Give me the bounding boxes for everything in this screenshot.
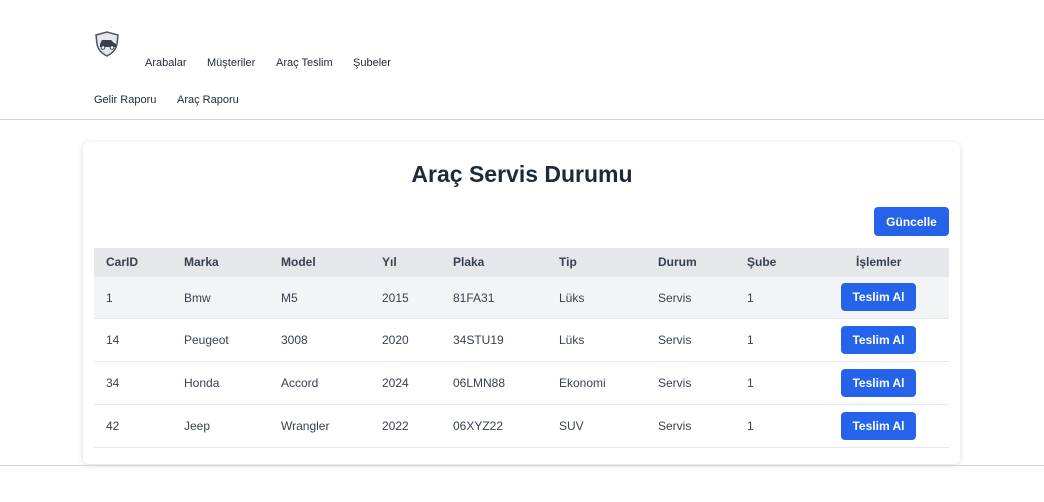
nav-link-arabalar[interactable]: Arabalar bbox=[145, 57, 187, 69]
cell-durum: Servis bbox=[658, 290, 692, 305]
column-header-islemler: İşlemler bbox=[856, 255, 902, 269]
cell-yil: 2022 bbox=[382, 419, 409, 433]
teslim-al-button[interactable]: Teslim Al bbox=[841, 412, 916, 440]
cell-plaka: 06XYZ22 bbox=[453, 419, 504, 433]
cell-tip: SUV bbox=[559, 419, 584, 433]
cell-sube: 1 bbox=[747, 376, 754, 390]
cell-plaka: 81FA31 bbox=[453, 290, 495, 305]
cell-model: M5 bbox=[281, 290, 298, 305]
cell-model: 3008 bbox=[281, 333, 308, 347]
cell-plaka: 06LMN88 bbox=[453, 376, 506, 390]
table-header: CarID Marka Model Yıl Plaka Tip Durum Şu… bbox=[94, 248, 949, 277]
teslim-al-button[interactable]: Teslim Al bbox=[841, 283, 916, 311]
column-header-yil: Yıl bbox=[382, 255, 397, 269]
teslim-al-button[interactable]: Teslim Al bbox=[841, 369, 916, 397]
cell-carid: 1 bbox=[106, 290, 113, 305]
nav-link-subeler[interactable]: Şubeler bbox=[353, 57, 391, 69]
page-title: Araç Servis Durumu bbox=[411, 161, 633, 187]
nav-link-musteriler[interactable]: Müşteriler bbox=[207, 57, 255, 69]
cell-yil: 2015 bbox=[382, 290, 409, 305]
nav-link-arac-raporu[interactable]: Araç Raporu bbox=[177, 94, 239, 106]
cell-marka: Bmw bbox=[184, 290, 211, 305]
cell-model: Accord bbox=[281, 376, 319, 390]
cell-plaka: 34STU19 bbox=[453, 333, 504, 347]
column-header-marka: Marka bbox=[184, 255, 219, 269]
service-table: CarID Marka Model Yıl Plaka Tip Durum Şu… bbox=[94, 248, 949, 448]
table-row: 14 Peugeot 3008 2020 34STU19 Lüks Servis… bbox=[94, 319, 949, 362]
cell-marka: Jeep bbox=[184, 419, 211, 433]
cell-durum: Servis bbox=[658, 419, 692, 433]
cell-sube: 1 bbox=[747, 333, 754, 347]
cell-sube: 1 bbox=[747, 290, 754, 305]
update-button[interactable]: Güncelle bbox=[874, 207, 949, 236]
top-navbar: Arabalar Müşteriler Araç Teslim Şubeler … bbox=[0, 0, 1044, 120]
page: Arabalar Müşteriler Araç Teslim Şubeler … bbox=[0, 0, 1044, 502]
cell-durum: Servis bbox=[658, 333, 692, 347]
column-header-carid: CarID bbox=[106, 255, 139, 269]
cell-sube: 1 bbox=[747, 419, 754, 433]
column-header-sube: Şube bbox=[747, 255, 777, 269]
cell-carid: 42 bbox=[106, 419, 120, 433]
table-row: 42 Jeep Wrangler 2022 06XYZ22 SUV Servis… bbox=[94, 405, 949, 448]
cell-durum: Servis bbox=[658, 376, 692, 390]
cell-tip: Lüks bbox=[559, 290, 585, 305]
nav-link-gelir-raporu[interactable]: Gelir Raporu bbox=[94, 94, 156, 106]
footer-divider bbox=[0, 465, 1044, 466]
cell-tip: Ekonomi bbox=[559, 376, 606, 390]
car-logo-icon[interactable] bbox=[93, 31, 121, 57]
column-header-plaka: Plaka bbox=[453, 255, 485, 269]
cell-yil: 2020 bbox=[382, 333, 409, 347]
cell-marka: Honda bbox=[184, 376, 220, 390]
column-header-durum: Durum bbox=[658, 255, 697, 269]
teslim-al-button[interactable]: Teslim Al bbox=[841, 326, 916, 354]
table-row: 34 Honda Accord 2024 06LMN88 Ekonomi Ser… bbox=[94, 362, 949, 405]
column-header-tip: Tip bbox=[559, 255, 577, 269]
cell-marka: Peugeot bbox=[184, 333, 229, 347]
table-row: 1 Bmw M5 2015 81FA31 Lüks Servis 1 Tesli… bbox=[94, 277, 949, 319]
nav-link-arac-teslim[interactable]: Araç Teslim bbox=[276, 57, 333, 69]
cell-yil: 2024 bbox=[382, 376, 409, 390]
cell-carid: 34 bbox=[106, 376, 120, 390]
cell-tip: Lüks bbox=[559, 333, 585, 347]
cell-model: Wrangler bbox=[281, 419, 330, 433]
cell-carid: 14 bbox=[106, 333, 120, 347]
column-header-model: Model bbox=[281, 255, 316, 269]
